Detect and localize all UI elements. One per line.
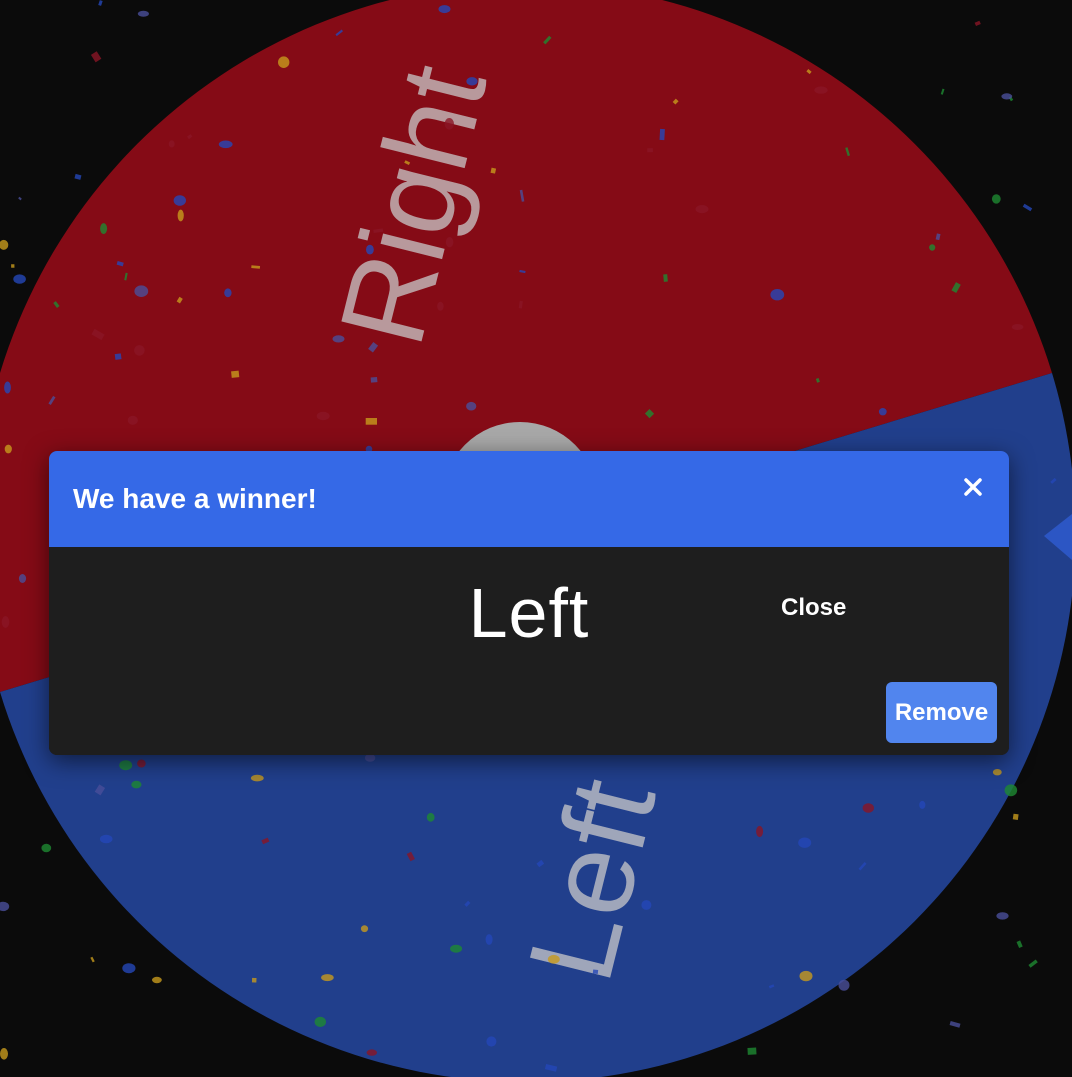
winner-dialog: We have a winner! Left Close Remove xyxy=(49,451,1009,755)
dialog-title: We have a winner! xyxy=(73,483,317,514)
dialog-header: We have a winner! xyxy=(49,451,1009,547)
close-icon[interactable] xyxy=(955,469,991,505)
wheel-spinner-screen: Right Left We have a winner! Left Close … xyxy=(0,0,1072,1077)
winner-name: Left xyxy=(468,574,590,652)
remove-button[interactable]: Remove xyxy=(886,682,997,743)
dialog-body: Left xyxy=(49,547,1009,755)
close-button[interactable]: Close xyxy=(781,590,846,626)
